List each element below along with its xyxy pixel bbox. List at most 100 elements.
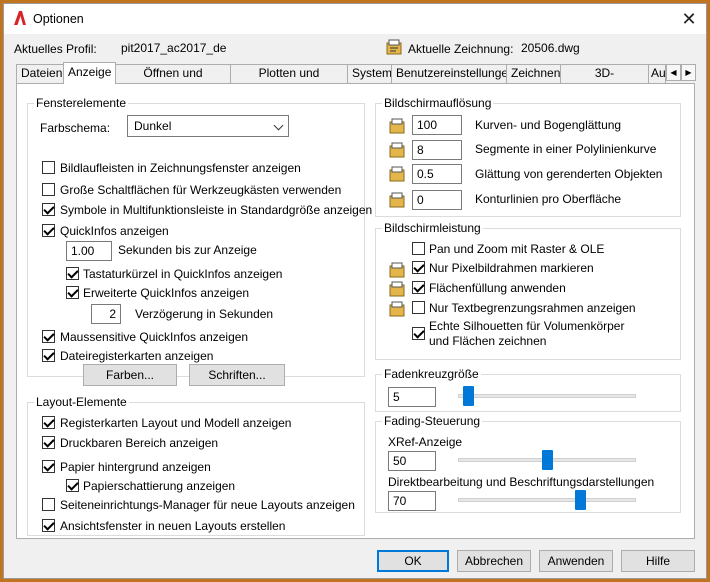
checkbox-dateiregisterkarten[interactable] bbox=[42, 349, 55, 362]
group-fading-steuerung: Fading-Steuerung XRef-Anzeige 50 Direktb… bbox=[375, 414, 681, 513]
direkt-slider-track[interactable] bbox=[458, 498, 636, 502]
checkbox-grosse-schaltflaechen[interactable] bbox=[42, 183, 55, 196]
checkbox-pixelbildrahmen[interactable] bbox=[412, 261, 425, 274]
tab-anzeige[interactable]: Anzeige bbox=[63, 62, 116, 84]
group-title: Bildschirmleistung bbox=[382, 221, 483, 235]
close-icon[interactable]: ✕ bbox=[676, 7, 702, 31]
abbrechen-button[interactable]: Abbrechen bbox=[457, 550, 531, 572]
ok-button[interactable]: OK bbox=[377, 550, 449, 572]
label-flaechenfuellung: Flächenfüllung anwenden bbox=[429, 281, 566, 295]
farbschema-select[interactable]: Dunkel bbox=[127, 115, 289, 137]
kurven-input[interactable]: 100 bbox=[412, 115, 462, 135]
autocad-logo-icon bbox=[14, 11, 26, 25]
group-layout-elemente: Layout-Elemente Registerkarten Layout un… bbox=[27, 395, 365, 536]
label-druckbaren-bereich: Druckbaren Bereich anzeigen bbox=[60, 436, 219, 450]
label-bildlaufleisten: Bildlaufleisten in Zeichnungsfenster anz… bbox=[60, 161, 301, 175]
label-quickinfos: QuickInfos anzeigen bbox=[60, 224, 169, 238]
checkbox-flaechenfuellung[interactable] bbox=[412, 281, 425, 294]
direkt-slider-thumb[interactable] bbox=[574, 490, 586, 510]
konturlinien-input[interactable]: 0 bbox=[412, 190, 462, 210]
label-ansichtsfenster: Ansichtsfenster in neuen Layouts erstell… bbox=[60, 519, 286, 533]
drawing-icon bbox=[389, 281, 405, 297]
glaettung-input[interactable]: 0.5 bbox=[412, 164, 462, 184]
checkbox-registerkarten-layout[interactable] bbox=[42, 416, 55, 429]
tab-system[interactable]: System bbox=[347, 64, 392, 83]
label-seiteneinrichtungs-manager: Seiteneinrichtungs-Manager für neue Layo… bbox=[60, 498, 355, 512]
label-dateiregisterkarten: Dateiregisterkarten anzeigen bbox=[60, 349, 214, 363]
label-papierschattierung: Papierschattierung anzeigen bbox=[83, 479, 236, 493]
checkbox-tastaturkuerzel[interactable] bbox=[66, 267, 79, 280]
xref-slider-thumb[interactable] bbox=[541, 450, 553, 470]
label-direktbearbeitung: Direktbearbeitung und Beschriftungsdarst… bbox=[388, 475, 655, 489]
tab-dateien[interactable]: Dateien bbox=[16, 64, 64, 83]
tab-benutzereinstellungen[interactable]: Benutzereinstellungen bbox=[391, 64, 515, 83]
label-symbole-standardgroesse: Symbole in Multifunktionsleiste in Stand… bbox=[60, 203, 373, 217]
checkbox-seiteneinrichtungs-manager[interactable] bbox=[42, 498, 55, 511]
profile-label: Aktuelles Profil: bbox=[14, 42, 97, 56]
checkbox-papierhintergrund[interactable] bbox=[42, 460, 55, 473]
label-papierhintergrund: Papier hintergrund anzeigen bbox=[60, 460, 211, 474]
group-fensterelemente: Fensterelemente Farbschema: Dunkel Bildl… bbox=[27, 96, 372, 386]
verzoegerung-input[interactable]: 2 bbox=[91, 304, 121, 324]
label-textbegrenzungsrahmen: Nur Textbegrenzungsrahmen anzeigen bbox=[429, 301, 636, 315]
group-title: Fading-Steuerung bbox=[382, 414, 483, 428]
label-echte-silhouetten-line2: und Flächen zeichnen bbox=[429, 334, 547, 348]
anwenden-button[interactable]: Anwenden bbox=[539, 550, 613, 572]
label-registerkarten-layout: Registerkarten Layout und Modell anzeige… bbox=[60, 416, 292, 430]
group-title: Fensterelemente bbox=[34, 96, 129, 110]
label-erweiterte-quickinfos: Erweiterte QuickInfos anzeigen bbox=[83, 286, 250, 300]
checkbox-erweiterte-quickinfos[interactable] bbox=[66, 286, 79, 299]
drawing-label: Aktuelle Zeichnung: bbox=[408, 42, 514, 56]
drawing-icon bbox=[389, 118, 405, 134]
drawing-icon bbox=[389, 301, 405, 317]
label-maussensitive: Maussensitive QuickInfos anzeigen bbox=[60, 330, 249, 344]
drawing-icon bbox=[389, 166, 405, 182]
hilfe-button[interactable]: Hilfe bbox=[621, 550, 695, 572]
group-title: Fadenkreuzgröße bbox=[382, 367, 481, 381]
label-kurven: Kurven- und Bogenglättung bbox=[475, 118, 622, 132]
fadenkreuz-slider-track[interactable] bbox=[458, 394, 636, 398]
label-sekunden: Sekunden bis zur Anzeige bbox=[118, 243, 257, 257]
group-bildschirmleistung: Bildschirmleistung Pan und Zoom mit Rast… bbox=[375, 221, 681, 360]
options-dialog: Optionen ✕ Aktuelles Profil: pit2017_ac2… bbox=[3, 3, 707, 579]
tab-auswahl-partial[interactable]: Au bbox=[648, 64, 666, 83]
schriften-button[interactable]: Schriften... bbox=[189, 364, 285, 386]
xref-input[interactable]: 50 bbox=[388, 451, 436, 471]
tab-plotten[interactable]: Plotten und Publizieren bbox=[230, 64, 348, 97]
fadenkreuz-input[interactable]: 5 bbox=[388, 387, 436, 407]
checkbox-papierschattierung[interactable] bbox=[66, 479, 79, 492]
title-bar: Optionen ✕ bbox=[4, 4, 706, 34]
checkbox-ansichtsfenster[interactable] bbox=[42, 519, 55, 532]
farbschema-value: Dunkel bbox=[134, 119, 172, 133]
checkbox-echte-silhouetten[interactable] bbox=[412, 327, 425, 340]
tab-strip: Dateien Anzeige Öffnen und Speichern Plo… bbox=[16, 62, 696, 97]
checkbox-maussensitive[interactable] bbox=[42, 330, 55, 343]
window-title: Optionen bbox=[33, 12, 84, 26]
direkt-input[interactable]: 70 bbox=[388, 491, 436, 511]
farbschema-label: Farbschema: bbox=[40, 121, 111, 135]
drawing-value: 20506.dwg bbox=[521, 41, 580, 55]
fadenkreuz-slider-thumb[interactable] bbox=[463, 386, 474, 406]
tab-scroll-left-icon[interactable]: ◀ bbox=[666, 64, 681, 81]
group-fadenkreuzgroesse: Fadenkreuzgröße 5 bbox=[375, 367, 681, 412]
tab-scroll-right-icon[interactable]: ▶ bbox=[681, 64, 696, 81]
tab-zeichnen[interactable]: Zeichnen bbox=[506, 64, 561, 83]
drawing-icon bbox=[389, 262, 405, 278]
drawing-icon bbox=[386, 39, 402, 55]
farben-button[interactable]: Farben... bbox=[83, 364, 177, 386]
label-tastaturkuerzel: Tastaturkürzel in QuickInfos anzeigen bbox=[83, 267, 283, 281]
segmente-input[interactable]: 8 bbox=[412, 140, 462, 160]
group-bildschirmaufloesung: Bildschirmauflösung 100 Kurven- und Boge… bbox=[375, 96, 681, 217]
checkbox-druckbaren-bereich[interactable] bbox=[42, 436, 55, 449]
tab-oeffnen-speichern[interactable]: Öffnen und Speichern bbox=[115, 64, 231, 97]
drawing-icon bbox=[389, 192, 405, 208]
tab-3d-modellierung[interactable]: 3D-Modellierung bbox=[560, 64, 649, 97]
sekunden-input[interactable]: 1.00 bbox=[66, 241, 112, 261]
checkbox-textbegrenzungsrahmen[interactable] bbox=[412, 301, 425, 314]
checkbox-symbole-standardgroesse[interactable] bbox=[42, 203, 55, 216]
checkbox-pan-zoom[interactable] bbox=[412, 242, 425, 255]
label-glaettung: Glättung von gerenderten Objekten bbox=[475, 167, 663, 181]
checkbox-quickinfos[interactable] bbox=[42, 224, 55, 237]
label-segmente: Segmente in einer Polylinienkurve bbox=[475, 142, 657, 156]
checkbox-bildlaufleisten[interactable] bbox=[42, 161, 55, 174]
